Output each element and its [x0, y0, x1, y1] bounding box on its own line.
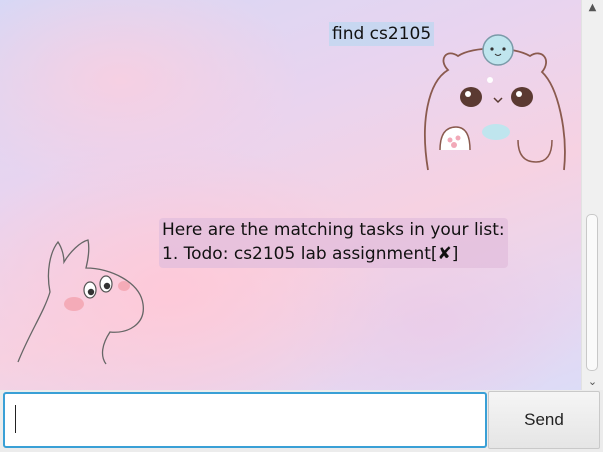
bot-message-line-1: Here are the matching tasks in your list… [162, 220, 505, 240]
chevron-down-icon[interactable]: ⌄ [582, 372, 603, 390]
chevron-up-icon[interactable]: ▲ [582, 0, 603, 14]
scroll-thumb[interactable] [586, 214, 598, 371]
user-message-text: find cs2105 [332, 24, 432, 44]
bear-avatar-icon [424, 34, 566, 171]
input-bar: Send [0, 390, 603, 452]
vertical-scrollbar[interactable]: ▲ ⌄ [581, 0, 603, 390]
bot-message-line-2: 1. Todo: cs2105 lab assignment[✘] [162, 244, 459, 264]
text-caret [15, 405, 16, 433]
message-input[interactable] [3, 392, 487, 448]
moomin-avatar-icon [17, 239, 144, 365]
chat-pane: find cs2105 Here are the matching tasks … [0, 0, 581, 390]
send-button[interactable]: Send [488, 391, 600, 449]
bot-message: Here are the matching tasks in your list… [159, 218, 508, 268]
